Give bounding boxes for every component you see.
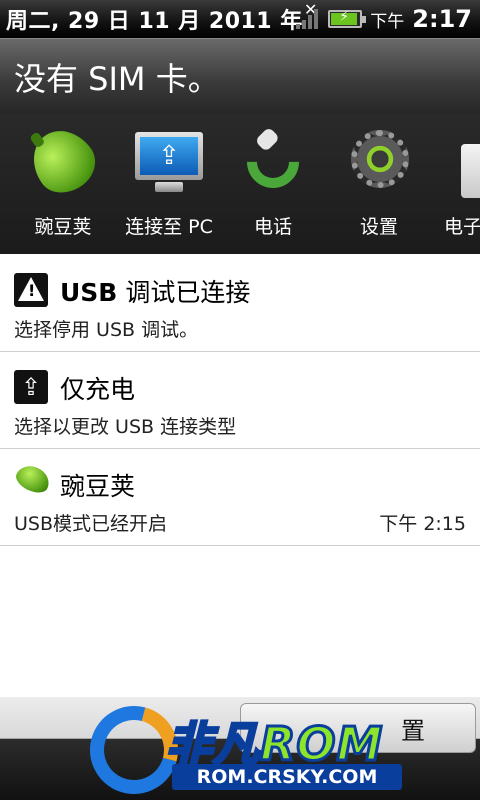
notification-text: USB模式已经开启 bbox=[14, 513, 168, 535]
status-time: 2:17 bbox=[412, 5, 472, 33]
notification-usb-debugging[interactable]: USB 调试已连接 选择停用 USB 调试。 bbox=[0, 255, 480, 352]
watermark-url: ROM.CRSKY.COM bbox=[172, 764, 402, 790]
pc-usb-icon: ⇪ bbox=[129, 126, 209, 198]
phone-icon bbox=[233, 125, 313, 199]
status-bar: 周二, 29 日 11 月 2011 年 ✕ ⚡ 下午 2:17 bbox=[0, 0, 480, 38]
battery-charging-icon: ⚡ bbox=[328, 9, 367, 28]
notification-title-rest: 调试已连接 bbox=[117, 278, 251, 307]
warning-icon bbox=[14, 273, 48, 307]
pea-icon bbox=[12, 460, 54, 503]
shortcut-phone[interactable]: 电话 bbox=[218, 125, 328, 239]
notification-time: 下午 2:15 bbox=[379, 513, 466, 535]
usb-icon: ⇪ bbox=[14, 370, 48, 404]
shortcut-label: 电话 bbox=[253, 216, 292, 238]
notification-charge-only[interactable]: ⇪ 仅充电 选择以更改 USB 连接类型 bbox=[0, 352, 480, 449]
notification-title: 豌豆荚 bbox=[60, 472, 136, 501]
notification-text: 选择停用 USB 调试。 bbox=[14, 319, 199, 341]
shortcut-connect-pc[interactable]: ⇪ 连接至 PC bbox=[114, 126, 224, 239]
status-date: 周二, 29 日 11 月 2011 年 bbox=[6, 9, 303, 34]
watermark-brand-rom: ROM bbox=[258, 716, 384, 773]
quick-shortcuts-row: 豌豆荚 ⇪ 连接至 PC 电话 设置 电子 bbox=[0, 114, 480, 254]
shortcut-label: 连接至 PC bbox=[125, 216, 213, 238]
notification-title: 仅充电 bbox=[60, 375, 136, 404]
gear-icon bbox=[339, 126, 419, 198]
notification-title: USB 调试已连接 bbox=[60, 273, 250, 309]
notification-wandoujia[interactable]: 豌豆荚 USB模式已经开启 下午 2:15 bbox=[0, 449, 480, 546]
signal-icon bbox=[294, 7, 320, 31]
shortcut-label: 豌豆荚 bbox=[34, 216, 92, 238]
shortcut-label: 电子 bbox=[444, 216, 480, 238]
pea-icon bbox=[20, 118, 106, 204]
ebook-icon bbox=[443, 126, 480, 198]
status-ampm: 下午 bbox=[370, 11, 405, 32]
watermark-brand-cn: 非凡 bbox=[165, 716, 261, 773]
status-icons: ⚡ 下午 2:17 bbox=[294, 0, 472, 38]
notification-title-bold: USB bbox=[60, 278, 118, 307]
notification-text: 选择以更改 USB 连接类型 bbox=[14, 416, 237, 438]
crsky-watermark: 非凡ROM ROM.CRSKY.COM bbox=[73, 689, 410, 800]
shortcut-label: 设置 bbox=[359, 216, 398, 238]
shortcut-wandoujia[interactable]: 豌豆荚 bbox=[8, 118, 118, 239]
shortcut-settings[interactable]: 设置 bbox=[324, 126, 434, 239]
shortcut-ebook[interactable]: 电子 bbox=[428, 126, 480, 239]
no-sim-header: 没有 SIM 卡。 bbox=[0, 38, 480, 114]
